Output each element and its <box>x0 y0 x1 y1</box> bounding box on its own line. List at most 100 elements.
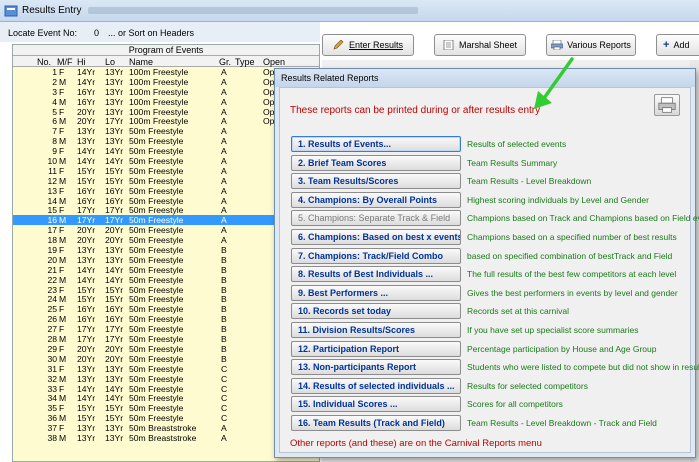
add-button[interactable]: + Add <box>656 34 699 56</box>
cell-hi: 13Yr <box>77 363 96 374</box>
cell-mf: F <box>59 86 65 97</box>
cell-lo: 17Yr <box>105 215 124 226</box>
cell-no: 26 <box>47 314 57 325</box>
cell-lo: 15Yr <box>105 403 124 414</box>
cell-hi: 14Yr <box>77 383 96 394</box>
print-setup-button[interactable] <box>654 94 680 116</box>
cell-hi: 14Yr <box>77 146 96 157</box>
dialog-body: These reports can be printed during or a… <box>279 87 699 453</box>
cell-mf: F <box>59 304 65 315</box>
report-button-2[interactable]: 2. Brief Team Scores <box>291 154 461 171</box>
cell-gr: A <box>221 126 227 137</box>
col-name[interactable]: Name <box>129 57 153 67</box>
cell-mf: M <box>59 195 67 206</box>
locate-input[interactable]: 0 <box>94 28 99 38</box>
report-button-1[interactable]: 1. Results of Events... <box>291 136 461 152</box>
cell-mf: M <box>59 215 67 226</box>
enter-results-label: Enter Results <box>348 40 404 50</box>
cell-no: 11 <box>48 165 57 176</box>
col-hi[interactable]: Hi <box>77 57 86 67</box>
col-no[interactable]: No. <box>37 57 51 67</box>
col-mf[interactable]: M/F <box>57 57 73 67</box>
cell-hi: 13Yr <box>77 373 96 384</box>
cell-name: 50m Freestyle <box>129 205 184 216</box>
cell-mf: M <box>59 432 67 443</box>
cell-lo: 13Yr <box>105 76 124 87</box>
cell-hi: 17Yr <box>77 205 96 216</box>
report-button-5[interactable]: 5. Champions: Separate Track & Field <box>291 210 461 227</box>
cell-gr: A <box>221 423 227 434</box>
cell-no: 37 <box>47 423 57 434</box>
row-gutter <box>0 44 12 462</box>
app-icon <box>4 5 18 17</box>
cell-hi: 17Yr <box>77 334 96 345</box>
cell-lo: 13Yr <box>105 363 124 374</box>
cell-hi: 20Yr <box>77 225 96 236</box>
report-button-11[interactable]: 11. Division Results/Scores <box>291 322 461 338</box>
cell-hi: 14Yr <box>77 76 96 87</box>
cell-lo: 13Yr <box>105 373 124 384</box>
col-gr[interactable]: Gr. <box>219 57 231 67</box>
report-description: Champions based on a specified number of… <box>467 232 677 242</box>
col-open[interactable]: Open <box>263 57 285 67</box>
marshal-sheet-button[interactable]: Marshal Sheet <box>434 34 526 56</box>
col-lo[interactable]: Lo <box>105 57 115 67</box>
blurred-subtitle <box>88 7 418 14</box>
cell-no: 6 <box>52 116 57 127</box>
col-type[interactable]: Type <box>235 57 255 67</box>
cell-no: 20 <box>47 254 57 265</box>
window-titlebar: Results Entry <box>0 0 699 22</box>
report-button-3[interactable]: 3. Team Results/Scores <box>291 173 461 190</box>
cell-hi: 15Yr <box>77 175 96 186</box>
cell-mf: M <box>59 413 67 424</box>
cell-name: 50m Freestyle <box>129 225 184 236</box>
dialog-title: Results Related Reports <box>275 69 695 87</box>
report-description: Team Results Summary <box>467 157 558 168</box>
cell-gr: A <box>221 175 227 186</box>
cell-name: 50m Freestyle <box>129 185 184 196</box>
report-button-9[interactable]: 9. Best Performers ... <box>291 284 461 301</box>
cell-lo: 14Yr <box>105 146 124 157</box>
report-button-6[interactable]: 6. Champions: Based on best x events <box>291 229 461 245</box>
reports-dialog: Results Related Reports These reports ca… <box>274 68 699 458</box>
cell-name: 50m Freestyle <box>129 284 184 295</box>
cell-lo: 15Yr <box>105 284 124 295</box>
report-button-15[interactable]: 15. Individual Scores ... <box>291 396 461 413</box>
report-button-12[interactable]: 12. Participation Report <box>291 340 461 357</box>
cell-no: 31 <box>47 363 57 374</box>
report-button-7[interactable]: 7. Champions: Track/Field Combo <box>291 247 461 264</box>
report-button-16[interactable]: 16. Team Results (Track and Field) <box>291 415 461 431</box>
cell-gr: A <box>221 156 227 167</box>
enter-results-button[interactable]: Enter Results <box>322 34 414 56</box>
cell-name: 50m Freestyle <box>129 136 184 147</box>
cell-mf: F <box>59 403 65 414</box>
report-button-14[interactable]: 14. Results of selected individuals ... <box>291 377 461 394</box>
various-reports-label: Various Reports <box>567 40 631 50</box>
cell-mf: F <box>59 284 65 295</box>
various-reports-button[interactable]: Various Reports <box>546 34 636 56</box>
cell-name: 50m Breaststroke <box>129 432 197 443</box>
cell-mf: M <box>59 254 67 265</box>
cell-no: 13 <box>47 185 57 196</box>
cell-lo: 17Yr <box>105 334 124 345</box>
cell-name: 50m Freestyle <box>129 353 184 364</box>
cell-gr: A <box>221 215 227 226</box>
cell-mf: F <box>59 106 65 117</box>
report-description: Team Results - Level Breakdown - Track a… <box>467 418 657 428</box>
report-button-4[interactable]: 4. Champions: By Overall Points <box>291 191 461 208</box>
cell-mf: F <box>59 126 65 137</box>
cell-no: 8 <box>52 136 57 147</box>
cell-lo: 20Yr <box>105 225 124 236</box>
cell-hi: 16Yr <box>77 86 96 97</box>
cell-lo: 14Yr <box>105 383 124 394</box>
cell-mf: M <box>59 116 67 127</box>
report-description: Gives the best performers in events by l… <box>467 287 678 298</box>
report-button-8[interactable]: 8. Results of Best Individuals ... <box>291 266 461 283</box>
pencil-icon <box>333 40 344 50</box>
cell-gr: C <box>221 393 228 404</box>
report-button-13[interactable]: 13. Non-participants Report <box>291 359 461 376</box>
cell-no: 33 <box>47 383 57 394</box>
cell-mf: F <box>59 264 65 275</box>
cell-hi: 16Yr <box>77 185 96 196</box>
report-button-10[interactable]: 10. Records set today <box>291 303 461 320</box>
